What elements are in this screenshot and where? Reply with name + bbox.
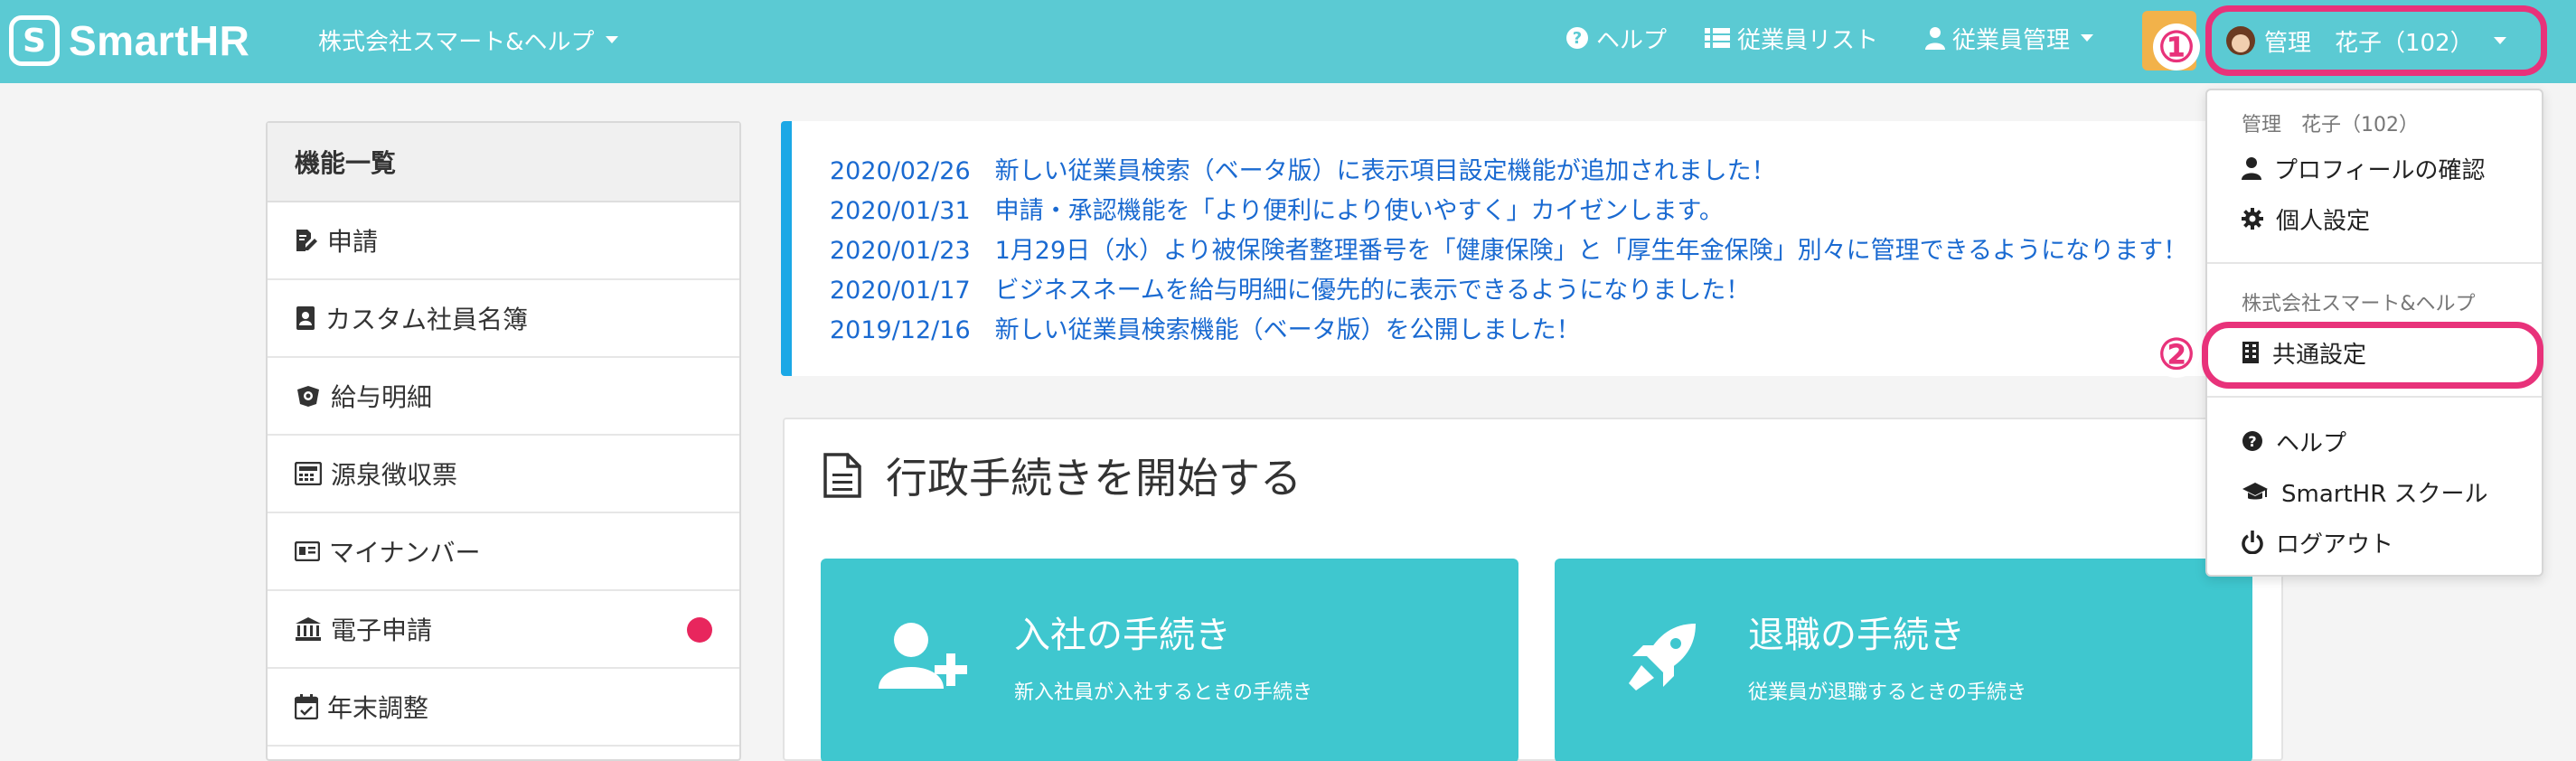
power-icon bbox=[2242, 531, 2263, 554]
menu-smarthr-school[interactable]: SmartHR スクール bbox=[2242, 474, 2488, 510]
top-bar: S SmartHR 株式会社スマート&ヘルプ ? ヘルプ 従業員リスト 従業員管… bbox=[0, 0, 2576, 83]
nav-help[interactable]: ? ヘルプ bbox=[1565, 20, 1667, 56]
menu-logout-label: ログアウト bbox=[2276, 531, 2394, 559]
news-text: 新しい従業員検索（ベータ版）に表示項目設定機能が追加されました！ bbox=[994, 157, 1776, 185]
notification-dot bbox=[687, 617, 712, 643]
user-menu-button[interactable]: 管理 花子（102） bbox=[2205, 5, 2547, 76]
company-name: 株式会社スマート&ヘルプ bbox=[318, 28, 595, 56]
svg-text:?: ? bbox=[2248, 433, 2256, 450]
menu-logout[interactable]: ログアウト bbox=[2242, 524, 2393, 560]
dropdown-user-label: 管理 花子（102） bbox=[2242, 114, 2419, 136]
news-item[interactable]: 2020/01/31 申請・承認機能を「より便利により使いやすく」カイゼンします… bbox=[830, 192, 2296, 231]
common-settings-highlight bbox=[2202, 322, 2543, 389]
document-icon bbox=[823, 453, 861, 498]
menu-profile[interactable]: プロフィールの確認 bbox=[2242, 150, 2485, 186]
graduation-cap-icon bbox=[2242, 483, 2268, 500]
dropdown-company-label: 株式会社スマート&ヘルプ bbox=[2242, 293, 2476, 315]
sidebar-title: 機能一覧 bbox=[268, 123, 739, 202]
news-text: 新しい従業員検索機能（ベータ版）を公開しました！ bbox=[994, 316, 1581, 344]
menu-divider bbox=[2207, 262, 2542, 264]
rocket-icon bbox=[1629, 624, 1696, 691]
calendar-check-icon bbox=[295, 694, 318, 719]
news-text: ビジネスネームを給与明細に優先的に表示できるようになりました！ bbox=[994, 277, 1751, 305]
svg-text:?: ? bbox=[1573, 29, 1582, 48]
onboarding-title: 入社の手続き bbox=[1014, 615, 1231, 656]
offboarding-tile[interactable]: 退職の手続き 従業員が退職するときの手続き bbox=[1555, 559, 2252, 761]
bank-icon bbox=[296, 617, 321, 641]
menu-profile-label: プロフィールの確認 bbox=[2274, 156, 2486, 184]
calculator-icon bbox=[295, 462, 322, 485]
news-date: 2020/01/23 bbox=[830, 237, 971, 265]
menu-help[interactable]: ? ヘルプ bbox=[2242, 423, 2346, 459]
sidebar-item-label: カスタム社員名簿 bbox=[325, 305, 529, 334]
news-text: 1月29日（水）より被保険者整理番号を「健康保険」と「厚生年金保険」別々に管理で… bbox=[994, 237, 2188, 265]
news-item[interactable]: 2019/12/16 新しい従業員検索機能（ベータ版）を公開しました！ bbox=[830, 311, 2296, 351]
wallet-icon bbox=[297, 386, 319, 407]
smarthr-logo[interactable]: S SmartHR bbox=[9, 13, 249, 69]
onboarding-tile[interactable]: 入社の手続き 新入社員が入社するときの手続き bbox=[821, 559, 1518, 761]
add-user-icon bbox=[879, 623, 967, 689]
logo-mark-icon: S bbox=[9, 15, 60, 66]
chevron-down-icon bbox=[605, 36, 618, 43]
sidebar-item-label: 電子申請 bbox=[331, 615, 433, 645]
sidebar-item-request[interactable]: 申請 bbox=[268, 202, 739, 280]
chevron-down-icon bbox=[2493, 37, 2506, 44]
sidebar-item-withholding[interactable]: 源泉徴収票 bbox=[268, 436, 739, 513]
sidebar-item-mynumber[interactable]: マイナンバー bbox=[268, 513, 739, 591]
step-1-badge: ① bbox=[2153, 23, 2200, 70]
sidebar-item-label: 年末調整 bbox=[327, 693, 429, 723]
sidebar-item-payslip[interactable]: 給与明細 bbox=[268, 358, 739, 436]
user-name: 管理 花子（102） bbox=[2264, 29, 2474, 57]
menu-school-label: SmartHR スクール bbox=[2281, 480, 2488, 508]
offboarding-title: 退職の手続き bbox=[1748, 615, 1965, 656]
nav-employee-list-label: 従業員リスト bbox=[1737, 26, 1879, 54]
feature-sidebar: 機能一覧 申請 カスタム社員名簿 給与明細 源泉徴収票 マイナンバー 電子申請 bbox=[266, 121, 741, 761]
sidebar-item-custom-roster[interactable]: カスタム社員名簿 bbox=[268, 280, 739, 358]
sidebar-item-label: 源泉徴収票 bbox=[331, 460, 458, 490]
admin-procedures-title: 行政手続きを開始する bbox=[823, 448, 1302, 503]
question-circle-icon: ? bbox=[2242, 431, 2262, 451]
menu-personal-settings-label: 個人設定 bbox=[2276, 207, 2371, 235]
onboarding-sub: 新入社員が入社するときの手続き bbox=[1014, 681, 1313, 704]
news-date: 2020/02/26 bbox=[830, 157, 971, 185]
news-text: 申請・承認機能を「より便利により使いやすく」カイゼンします。 bbox=[994, 197, 1724, 225]
menu-personal-settings[interactable]: 個人設定 bbox=[2242, 201, 2370, 237]
app-root: S SmartHR 株式会社スマート&ヘルプ ? ヘルプ 従業員リスト 従業員管… bbox=[0, 0, 2576, 761]
edit-doc-icon bbox=[296, 230, 317, 251]
sidebar-item-label: 給与明細 bbox=[331, 382, 433, 412]
contact-book-icon bbox=[296, 306, 315, 330]
menu-help-label: ヘルプ bbox=[2276, 429, 2347, 457]
nav-employee-admin-label: 従業員管理 bbox=[1952, 26, 2071, 54]
nav-help-label: ヘルプ bbox=[1596, 26, 1668, 54]
news-item[interactable]: 2020/02/26 新しい従業員検索（ベータ版）に表示項目設定機能が追加されま… bbox=[830, 152, 2296, 192]
menu-divider bbox=[2207, 396, 2542, 398]
logo-text: SmartHR bbox=[69, 17, 250, 64]
admin-title-text: 行政手続きを開始する bbox=[886, 454, 1302, 503]
news-date: 2020/01/17 bbox=[830, 277, 971, 305]
gear-icon bbox=[2242, 208, 2263, 230]
nav-employee-list[interactable]: 従業員リスト bbox=[1705, 20, 1878, 56]
admin-procedures-card: 行政手続きを開始する 入社の手続き 新入社員が入社するときの手続き 退職の手続き… bbox=[783, 418, 2283, 761]
news-item[interactable]: 2020/01/23 1月29日（水）より被保険者整理番号を「健康保険」と「厚生… bbox=[830, 231, 2296, 271]
avatar bbox=[2226, 26, 2255, 55]
sidebar-item-e-application[interactable]: 電子申請 bbox=[268, 591, 739, 669]
user-icon bbox=[1925, 27, 1945, 50]
step-2-badge: ② bbox=[2153, 331, 2200, 378]
chevron-down-icon bbox=[2081, 34, 2094, 42]
offboarding-sub: 従業員が退職するときの手続き bbox=[1748, 681, 2027, 704]
sidebar-item-year-end[interactable]: 年末調整 bbox=[268, 669, 739, 747]
news-date: 2020/01/31 bbox=[830, 197, 971, 225]
list-icon bbox=[1705, 28, 1730, 48]
company-switcher[interactable]: 株式会社スマート&ヘルプ bbox=[318, 22, 618, 58]
user-icon bbox=[2242, 157, 2261, 180]
id-card-icon bbox=[295, 541, 320, 561]
sidebar-item-label: 申請 bbox=[327, 227, 379, 257]
question-circle-icon: ? bbox=[1566, 27, 1588, 49]
news-item[interactable]: 2020/01/17 ビジネスネームを給与明細に優先的に表示できるようになりまし… bbox=[830, 271, 2296, 311]
nav-employee-admin[interactable]: 従業員管理 bbox=[1925, 20, 2094, 56]
news-date: 2019/12/16 bbox=[830, 316, 971, 344]
sidebar-item-label: マイナンバー bbox=[329, 538, 481, 568]
news-panel: 2020/02/26 新しい従業員検索（ベータ版）に表示項目設定機能が追加されま… bbox=[781, 121, 2296, 376]
